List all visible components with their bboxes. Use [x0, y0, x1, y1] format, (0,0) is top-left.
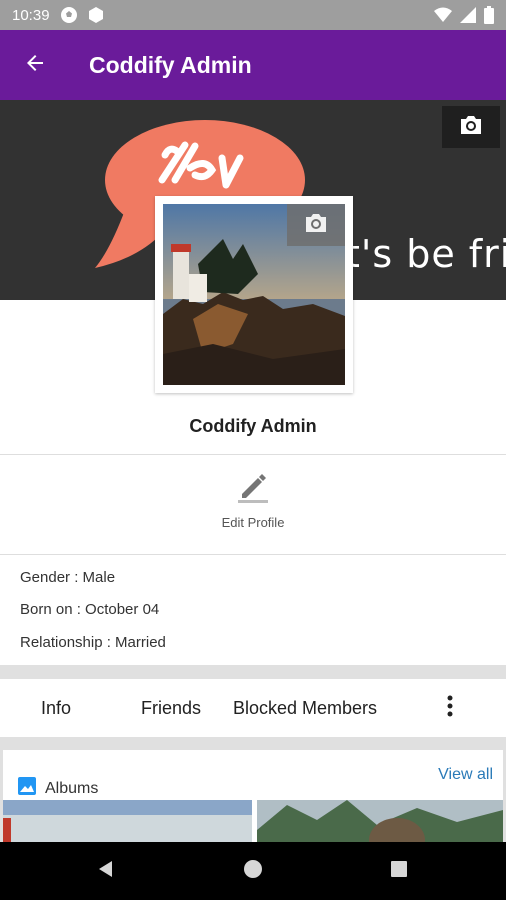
nav-recents-button[interactable]	[369, 842, 429, 900]
section-separator	[0, 665, 506, 679]
pencil-icon	[236, 470, 270, 509]
image-icon	[17, 776, 37, 801]
camera-icon	[458, 114, 484, 141]
app-bar: Coddify Admin	[0, 30, 506, 100]
relationship-text: Relationship : Married	[20, 634, 166, 651]
born-text: Born on : October 04	[20, 601, 160, 618]
battery-icon	[484, 6, 494, 24]
albums-card: Albums View all	[3, 750, 503, 842]
edit-profile-button[interactable]: Edit Profile	[203, 470, 303, 540]
more-options-button[interactable]	[430, 679, 470, 737]
albums-header: Albums	[17, 776, 98, 801]
home-circle-icon	[243, 859, 263, 884]
nav-home-button[interactable]	[223, 842, 283, 900]
status-time: 10:39	[12, 6, 50, 24]
camera-icon	[303, 212, 329, 239]
arrow-left-icon	[23, 51, 47, 80]
cover-banner-text: t's be fri	[345, 232, 506, 276]
albums-title: Albums	[45, 779, 99, 797]
album-thumbnail[interactable]	[3, 800, 252, 842]
app-title: Coddify Admin	[89, 51, 252, 78]
cover-camera-button[interactable]	[442, 106, 500, 148]
system-nav-bar	[0, 842, 506, 900]
gender-text: Gender : Male	[20, 569, 116, 586]
back-button[interactable]	[0, 30, 70, 100]
avatar-camera-button[interactable]	[287, 204, 345, 246]
recents-square-icon	[390, 860, 408, 883]
tab-info[interactable]: Info	[41, 679, 71, 737]
avatar-photo	[163, 204, 345, 385]
nav-back-button[interactable]	[76, 842, 136, 900]
status-bar: 10:39	[0, 0, 506, 30]
divider	[0, 554, 506, 555]
album-thumbnail[interactable]	[257, 800, 503, 842]
signal-icon	[460, 7, 476, 23]
divider	[0, 454, 506, 455]
back-triangle-icon	[96, 859, 116, 884]
more-vertical-icon	[447, 695, 453, 722]
tab-blocked-members[interactable]: Blocked Members	[233, 679, 377, 737]
hexagon-icon	[88, 6, 104, 24]
profile-name: Coddify Admin	[189, 416, 317, 436]
soccer-ball-icon	[60, 6, 78, 24]
profile-tabs: Info Friends Blocked Members	[0, 679, 506, 737]
wifi-icon	[434, 7, 452, 23]
profile-avatar[interactable]	[155, 196, 353, 393]
edit-profile-label: Edit Profile	[221, 515, 285, 530]
tab-friends[interactable]: Friends	[141, 679, 201, 737]
view-all-link[interactable]: View all	[438, 766, 493, 784]
